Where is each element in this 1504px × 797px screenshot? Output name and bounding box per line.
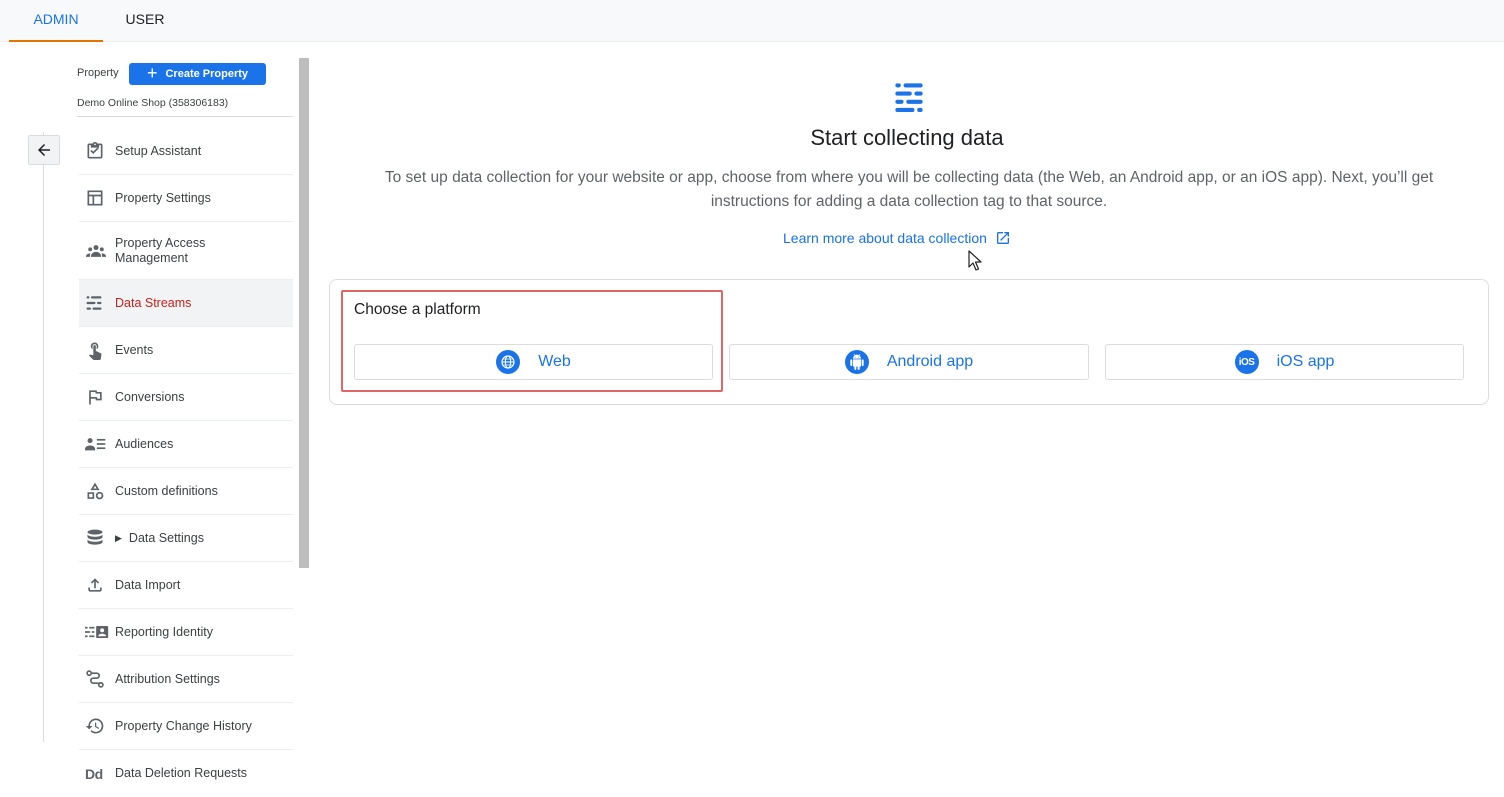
data-streams-icon	[892, 82, 926, 112]
nav-item-reporting-identity[interactable]: Reporting Identity	[79, 609, 293, 656]
dd-icon: Dd	[85, 765, 103, 782]
nav-label: Data Streams	[115, 295, 192, 310]
divider	[77, 116, 293, 117]
globe-icon	[496, 350, 521, 374]
open-in-new-icon	[996, 232, 1009, 244]
nav-item-property-access-management[interactable]: Property Access Management	[79, 222, 293, 280]
plus-icon: +	[146, 63, 158, 83]
property-nav: Setup Assistant Property Settings Proper…	[79, 128, 293, 797]
choose-platform-heading: Choose a platform	[354, 301, 481, 318]
nav-item-property-settings[interactable]: Property Settings	[79, 175, 293, 222]
nav-item-data-settings[interactable]: ▶ Data Settings	[79, 515, 293, 562]
mouse-cursor-icon	[968, 250, 982, 271]
nav-label: Property Change History	[115, 718, 252, 733]
nav-label: Custom definitions	[115, 483, 218, 498]
nav-item-property-change-history[interactable]: Property Change History	[79, 703, 293, 750]
create-property-button[interactable]: + Create Property	[129, 63, 266, 85]
flag-icon	[79, 385, 115, 409]
nav-item-data-deletion-requests[interactable]: Dd Data Deletion Requests	[79, 750, 293, 797]
android-platform-button[interactable]: Android app	[729, 344, 1089, 380]
web-platform-label: Web	[538, 353, 571, 370]
history-icon	[79, 714, 115, 738]
upload-icon	[79, 573, 115, 597]
top-tab-bar: ADMIN USER	[0, 0, 1504, 42]
nav-label: Attribution Settings	[115, 671, 220, 686]
tab-user[interactable]: USER	[110, 0, 180, 42]
page-title: Start collecting data	[810, 125, 1004, 150]
android-platform-label: Android app	[886, 353, 974, 370]
touch-icon	[79, 338, 115, 362]
people-icon	[79, 239, 115, 263]
attribution-icon	[79, 667, 115, 691]
property-label: Property	[77, 67, 119, 79]
nav-label: Data Settings	[128, 530, 204, 545]
nav-item-attribution-settings[interactable]: Attribution Settings	[79, 656, 293, 703]
audience-icon	[79, 432, 115, 456]
layout-icon	[79, 186, 115, 210]
nav-item-data-import[interactable]: Data Import	[79, 562, 293, 609]
data-streams-icon	[79, 291, 115, 315]
learn-more-label: Learn more about data collection	[783, 230, 987, 246]
android-icon	[844, 350, 869, 374]
nav-label: Conversions	[115, 389, 185, 404]
nav-item-custom-definitions[interactable]: Custom definitions	[79, 468, 293, 515]
timeline-line	[43, 132, 44, 742]
nav-item-audiences[interactable]: Audiences	[79, 421, 293, 468]
nav-label: Property Access Management	[115, 235, 206, 265]
ios-platform-label: iOS app	[1276, 353, 1335, 370]
shapes-icon	[79, 479, 115, 503]
ios-icon: iOS	[1234, 350, 1259, 374]
nav-item-conversions[interactable]: Conversions	[79, 374, 293, 421]
page-description: To set up data collection for your websi…	[384, 169, 1434, 210]
tab-admin[interactable]: ADMIN	[9, 0, 103, 42]
property-name[interactable]: Demo Online Shop (358306183)	[77, 97, 228, 109]
reporting-identity-icon	[79, 620, 115, 644]
nav-label: Property Settings	[115, 190, 211, 205]
nav-item-data-streams[interactable]: Data Streams	[79, 280, 293, 327]
nav-label: Reporting Identity	[115, 624, 213, 639]
web-platform-button[interactable]: Web	[354, 344, 713, 380]
nav-label: Audiences	[115, 436, 174, 451]
create-property-label: Create Property	[165, 68, 249, 80]
database-icon	[79, 526, 115, 550]
learn-more-link[interactable]: Learn more about data collection	[783, 230, 1011, 246]
ios-platform-button[interactable]: iOS iOS app	[1105, 344, 1464, 380]
nav-item-events[interactable]: Events	[79, 327, 293, 374]
nav-label: Data Import	[115, 577, 181, 592]
caret-right-icon[interactable]: ▶	[115, 533, 122, 544]
nav-label: Events	[115, 342, 154, 357]
